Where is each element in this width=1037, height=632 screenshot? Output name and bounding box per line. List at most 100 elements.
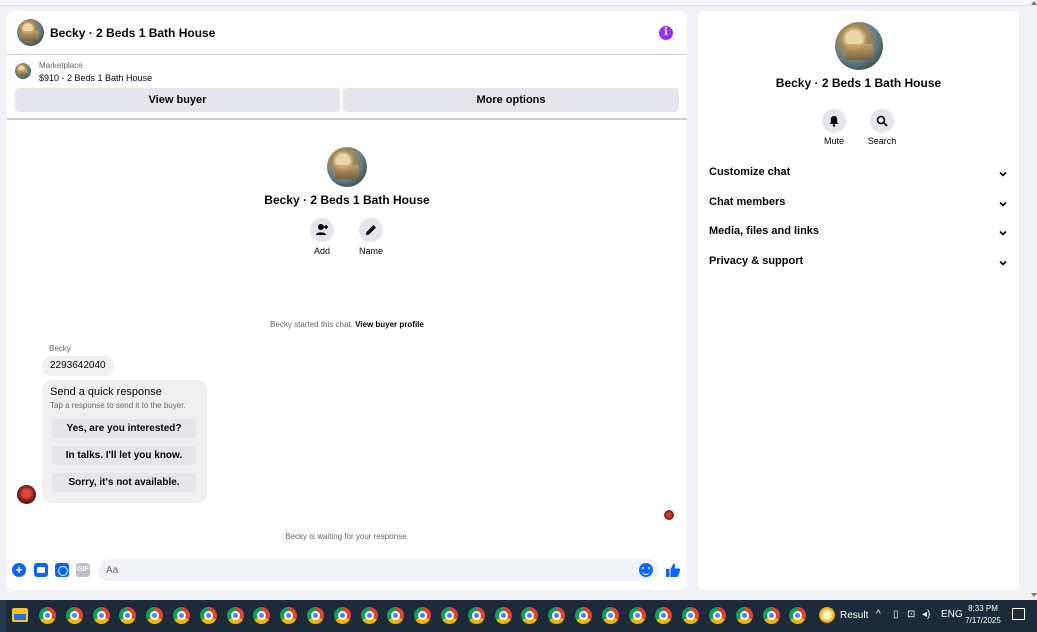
chevron-down-icon <box>999 171 1007 177</box>
info-icon[interactable]: i <box>659 26 673 40</box>
info-title: Becky · 2 Beds 1 Bath House <box>775 76 942 90</box>
chrome-taskbar-icon[interactable] <box>173 607 190 624</box>
section-label: Media, files and links <box>709 225 820 237</box>
chrome-taskbar-icon[interactable] <box>307 607 324 624</box>
bell-icon <box>829 116 839 127</box>
chrome-taskbar-icon[interactable] <box>387 607 405 624</box>
edit-name-button[interactable] <box>359 218 383 242</box>
chrome-taskbar-icon[interactable] <box>199 607 217 624</box>
quick-response-interested[interactable]: Yes, are you interested? <box>52 419 196 438</box>
privacy-support-section[interactable]: Privacy & support <box>709 255 1009 273</box>
mute-button[interactable] <box>822 109 846 133</box>
listing-thumbnail[interactable] <box>15 63 31 79</box>
chat-header: Becky · 2 Beds 1 Bath House i <box>7 11 687 55</box>
chrome-taskbar-icon[interactable] <box>655 607 673 624</box>
start-button[interactable] <box>0 600 6 632</box>
chrome-taskbar-icon[interactable] <box>119 607 137 624</box>
search-button[interactable] <box>870 109 894 133</box>
waiting-notice: Becky is waiting for your response. <box>285 532 409 541</box>
chrome-taskbar-icon[interactable] <box>682 607 700 624</box>
more-options-button[interactable]: More options <box>343 88 679 112</box>
add-people-button[interactable] <box>310 218 334 242</box>
clock-time: 8:33 PM <box>968 604 998 613</box>
sender-name: Becky <box>49 344 71 353</box>
chat-panel: Becky · 2 Beds 1 Bath House i Marketplac… <box>7 11 687 590</box>
sender-avatar[interactable] <box>17 485 36 504</box>
seen-indicator-avatar <box>664 510 674 520</box>
photo-icon[interactable] <box>34 563 48 577</box>
quick-response-title: Send a quick response <box>50 386 162 398</box>
chrome-taskbar-icon[interactable] <box>39 607 56 624</box>
volume-icon[interactable]: ◂) <box>922 609 930 620</box>
add-person-icon <box>316 224 328 235</box>
message-bubble[interactable]: 2293642040 <box>42 356 114 376</box>
chrome-taskbar-icon[interactable] <box>628 607 646 624</box>
gif-icon[interactable]: GIF <box>76 563 90 577</box>
thumbs-up-icon[interactable] <box>665 562 681 578</box>
chrome-taskbar-icon[interactable] <box>521 607 539 624</box>
customize-chat-section[interactable]: Customize chat <box>709 166 1009 184</box>
chevron-up-icon[interactable]: ^ <box>876 609 881 620</box>
chrome-taskbar-icon[interactable] <box>65 607 83 624</box>
scroll-down-arrow-icon[interactable] <box>1031 593 1037 597</box>
chevron-down-icon <box>999 230 1007 236</box>
info-avatar[interactable] <box>835 22 883 70</box>
message-input[interactable] <box>98 559 659 581</box>
notification-icon[interactable] <box>1012 608 1025 620</box>
scroll-up-arrow-icon[interactable] <box>1031 1 1037 5</box>
chrome-taskbar-icon[interactable] <box>280 607 298 624</box>
search-icon <box>876 115 888 127</box>
emoji-icon[interactable] <box>639 563 653 577</box>
media-files-links-section[interactable]: Media, files and links <box>709 225 1009 243</box>
chat-title[interactable]: Becky · 2 Beds 1 Bath House <box>50 26 215 40</box>
plus-icon[interactable]: + <box>12 563 26 577</box>
chrome-taskbar-icon[interactable] <box>789 607 807 624</box>
section-label: Privacy & support <box>709 255 804 267</box>
chevron-down-icon <box>999 260 1007 266</box>
battery-icon[interactable]: ▯ <box>893 609 899 620</box>
chrome-taskbar-icon[interactable] <box>494 607 512 624</box>
chevron-down-icon <box>999 201 1007 207</box>
pencil-icon <box>366 225 376 235</box>
name-label: Name <box>358 246 383 256</box>
chrome-taskbar-icon[interactable] <box>253 607 271 624</box>
language-indicator[interactable]: ENG <box>941 609 963 620</box>
section-label: Chat members <box>709 196 786 208</box>
chrome-taskbar-icon[interactable] <box>467 607 485 624</box>
quick-response-in-talks[interactable]: In talks. I'll let you know. <box>52 446 196 465</box>
page-scrollbar[interactable] <box>1030 0 1037 600</box>
chrome-taskbar-icon[interactable] <box>414 607 432 624</box>
view-buyer-button[interactable]: View buyer <box>15 88 340 112</box>
chrome-taskbar-icon[interactable] <box>441 607 458 624</box>
section-label: Customize chat <box>709 166 791 178</box>
listing-title[interactable]: $910 - 2 Beds 1 Bath House <box>39 73 152 83</box>
view-buyer-profile-link[interactable]: View buyer profile <box>355 320 424 329</box>
network-icon[interactable]: ⊡ <box>907 609 915 620</box>
chat-started-notice: Becky started this chat. View buyer prof… <box>7 320 687 329</box>
file-explorer-icon[interactable] <box>12 608 28 622</box>
quick-response-not-available[interactable]: Sorry, it's not available. <box>52 473 196 492</box>
quick-response-subtitle: Tap a response to send it to the buyer. <box>50 401 186 410</box>
chrome-taskbar-icon[interactable] <box>226 607 244 624</box>
chrome-taskbar-icon[interactable] <box>762 607 780 624</box>
chrome-taskbar-icon[interactable] <box>146 607 164 624</box>
chrome-taskbar-icon[interactable] <box>360 607 378 624</box>
chrome-taskbar-icon[interactable] <box>92 607 110 624</box>
chrome-taskbar-icon[interactable] <box>601 607 619 624</box>
chrome-taskbar-icon[interactable] <box>575 607 592 624</box>
chrome-taskbar-icon[interactable] <box>548 607 566 624</box>
chat-avatar[interactable] <box>17 19 44 46</box>
clock[interactable]: 8:33 PM 7/17/2025 <box>962 603 1004 627</box>
result-app-icon[interactable] <box>819 607 835 623</box>
sticker-icon[interactable] <box>55 563 69 577</box>
chrome-taskbar-icon[interactable] <box>333 607 351 624</box>
result-app-label[interactable]: Result <box>840 610 868 621</box>
chat-members-section[interactable]: Chat members <box>709 196 1009 214</box>
add-label: Add <box>313 246 330 256</box>
chat-started-text: Becky started this chat. <box>270 320 353 329</box>
search-label: Search <box>867 136 897 146</box>
conversation-avatar <box>327 147 367 187</box>
marketplace-label: Marketplace <box>39 61 83 70</box>
chrome-taskbar-icon[interactable] <box>709 607 726 624</box>
chrome-taskbar-icon[interactable] <box>735 607 753 624</box>
